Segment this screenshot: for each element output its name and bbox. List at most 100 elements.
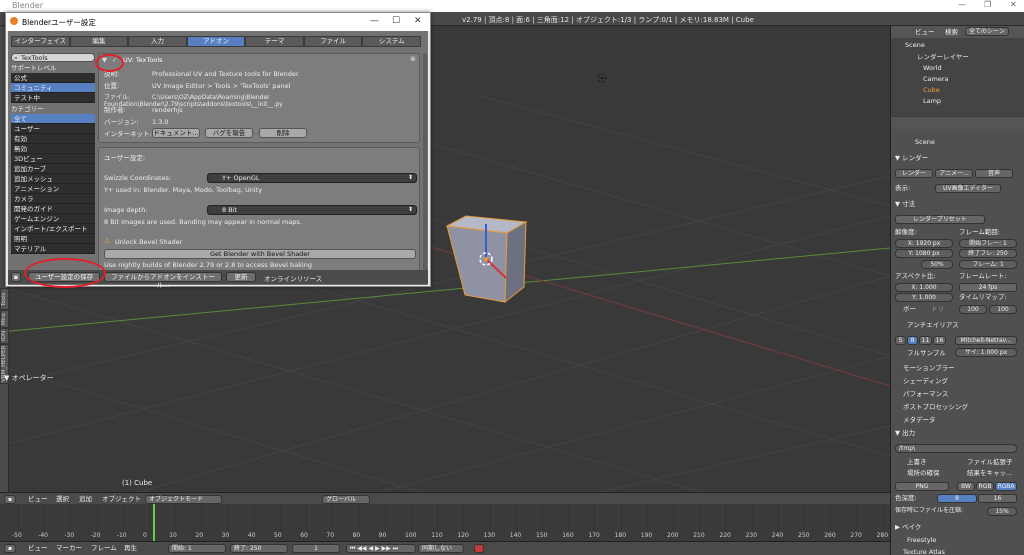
outliner-item-cube[interactable]: Cube	[923, 85, 940, 95]
outliner-item-renderlayer[interactable]: レンダーレイヤー	[917, 52, 969, 62]
compression-field[interactable]: 15%	[987, 507, 1017, 516]
preferences-scrollbar[interactable]	[423, 53, 427, 273]
tab-editing[interactable]: 編集	[69, 36, 129, 47]
render-panel-header[interactable]: ▼ レンダー	[895, 153, 928, 163]
resolution-x-field[interactable]: X: 1920 px	[895, 239, 953, 248]
add-menu[interactable]: 追加	[79, 495, 92, 504]
color-mode-rgba[interactable]: RGBA	[995, 482, 1017, 491]
category-user[interactable]: ユーザー	[11, 124, 95, 134]
frame-step-field[interactable]: フレーム: 1	[959, 260, 1017, 269]
select-menu[interactable]: 選択	[56, 495, 69, 504]
report-bug-button[interactable]: バグを報告	[205, 128, 253, 138]
output-panel-header[interactable]: ▼ 出力	[895, 428, 915, 438]
aa-filter-dropdown[interactable]: Mitchell-Netrav...	[955, 336, 1017, 345]
pref-maximize-icon[interactable]: ☐	[392, 16, 400, 26]
color-mode-rgb[interactable]: RGB	[976, 482, 994, 491]
category-camera[interactable]: カメラ	[11, 194, 95, 204]
category-lighting[interactable]: 照明	[11, 234, 95, 244]
audio-button[interactable]: 音声	[975, 169, 1013, 178]
output-path-field[interactable]: /tmp\	[895, 444, 1017, 453]
playback-controls[interactable]: ⏮ ◀◀ ◀ ▶ ▶▶ ⏭	[346, 544, 416, 553]
support-testing[interactable]: テスト中	[11, 93, 95, 103]
operator-panel-header[interactable]: ▼ オペレーター	[4, 373, 100, 387]
placeholders-checkbox[interactable]: 場所の確保	[907, 468, 940, 478]
view-menu[interactable]: ビュー	[28, 495, 48, 504]
category-all[interactable]: 全て	[11, 114, 95, 124]
restore-icon[interactable]: ❐	[984, 0, 991, 9]
timeline-frame-menu[interactable]: フレーム	[91, 544, 117, 553]
file-extensions-checkbox[interactable]: ファイル拡張子	[967, 457, 1013, 467]
timeline[interactable]: -50 -40 -30 -20 -10 0 10 20 30 40 50 60 70 80 90 100 110…	[0, 504, 890, 541]
outliner-view-menu[interactable]: ビュー	[915, 28, 935, 37]
get-bevel-shader-button[interactable]: Get Blender with Bevel Shader	[104, 249, 416, 259]
category-3dview[interactable]: 3Dビュー	[11, 154, 95, 164]
category-add-mesh[interactable]: 追加メッシュ	[11, 174, 95, 184]
frame-start-field[interactable]: 開始フレー: 1	[959, 239, 1017, 248]
remap-new-field[interactable]: 100	[989, 305, 1017, 314]
outliner-item-camera[interactable]: Camera	[923, 74, 949, 84]
aspect-x-field[interactable]: X: 1.000	[895, 283, 953, 292]
tab-file[interactable]: ファイル	[303, 36, 363, 47]
dimensions-panel-header[interactable]: ▼ 寸法	[895, 199, 915, 209]
refresh-button[interactable]: 更新	[226, 272, 256, 282]
crop-checkbox[interactable]: ドリ	[931, 304, 944, 314]
tab-input[interactable]: 入力	[128, 36, 187, 47]
overwrite-checkbox[interactable]: 上書き	[907, 457, 927, 467]
freestyle-header[interactable]: Freestyle	[907, 535, 936, 545]
record-button[interactable]	[474, 544, 484, 553]
aa-samples-8[interactable]: 8	[907, 336, 918, 345]
current-frame-field[interactable]: 1	[292, 544, 340, 553]
editor-type-icon[interactable]: ▪	[11, 272, 21, 282]
close-icon[interactable]: ✕	[1010, 0, 1017, 9]
full-sample-checkbox[interactable]: フルサンプル	[907, 348, 946, 358]
editor-type-button[interactable]: ▪	[4, 495, 17, 504]
sync-mode-dropdown[interactable]: 同期しない	[418, 544, 464, 553]
image-depth-dropdown[interactable]: 8 Bit	[207, 205, 417, 215]
tab-ion[interactable]: ION	[0, 328, 9, 344]
tab-themes[interactable]: テーマ	[245, 36, 304, 47]
tab-tools[interactable]: Tools	[0, 288, 9, 310]
bake-panel-header[interactable]: ▶ ベイク	[895, 522, 921, 532]
outliner-item-scene[interactable]: Scene	[905, 40, 925, 50]
documentation-button[interactable]: ドキュメント...	[152, 128, 200, 138]
color-mode-bw[interactable]: BW	[957, 482, 975, 491]
timeline-view-menu[interactable]: ビュー	[28, 544, 48, 553]
performance-header[interactable]: パフォーマンス	[903, 389, 948, 399]
category-material[interactable]: マテリアル	[11, 244, 95, 254]
object-menu[interactable]: オブジェクト	[102, 495, 141, 504]
shading-header[interactable]: シェーディング	[903, 376, 948, 386]
tab-mira[interactable]: Mira	[0, 310, 9, 328]
online-resources-link[interactable]: オンラインリソース	[264, 273, 322, 283]
category-game-engine[interactable]: ゲームエンジン	[11, 214, 95, 224]
end-frame-field[interactable]: 終了: 250	[230, 544, 288, 553]
post-processing-header[interactable]: ポストプロセッシング	[903, 402, 968, 412]
render-button[interactable]: レンダー	[895, 169, 933, 178]
category-add-curve[interactable]: 追加カーブ	[11, 164, 95, 174]
outliner-item-world[interactable]: World	[923, 63, 942, 73]
fps-dropdown[interactable]: 24 fps	[959, 283, 1017, 292]
orientation-dropdown[interactable]: グローバル	[322, 495, 370, 504]
pref-close-icon[interactable]: ✕	[414, 16, 422, 26]
timeline-editor-type[interactable]: ▪	[4, 544, 17, 553]
remap-old-field[interactable]: 100	[959, 305, 987, 314]
display-dropdown[interactable]: UV画像エディター	[935, 184, 1001, 193]
remove-button[interactable]: 削除	[259, 128, 307, 138]
file-format-dropdown[interactable]: PNG	[895, 482, 949, 491]
timeline-marker-menu[interactable]: マーカー	[56, 544, 82, 553]
border-checkbox[interactable]: ボー	[903, 304, 916, 314]
motion-blur-header[interactable]: モーションブラー	[903, 363, 955, 373]
tab-addons[interactable]: アドオン	[186, 36, 246, 47]
outliner-item-lamp[interactable]: Lamp	[923, 96, 941, 106]
category-dev-guide[interactable]: 開発のガイド	[11, 204, 95, 214]
tab-system[interactable]: システム	[362, 36, 422, 47]
resolution-percent-field[interactable]: 50%	[921, 260, 953, 269]
outliner-display-dropdown[interactable]: 全てのシーン	[965, 27, 1009, 36]
category-animation[interactable]: アニメーション	[11, 184, 95, 194]
aa-samples-5[interactable]: 5	[895, 336, 906, 345]
support-community[interactable]: コミュニティ	[11, 83, 95, 93]
outliner-search-menu[interactable]: 検索	[945, 28, 958, 37]
category-enabled[interactable]: 有効	[11, 134, 95, 144]
current-frame-marker[interactable]	[153, 504, 155, 541]
filter-size-field[interactable]: サイ: 1.000 px	[955, 348, 1017, 357]
category-import-export[interactable]: インポート/エクスポート	[11, 224, 95, 234]
